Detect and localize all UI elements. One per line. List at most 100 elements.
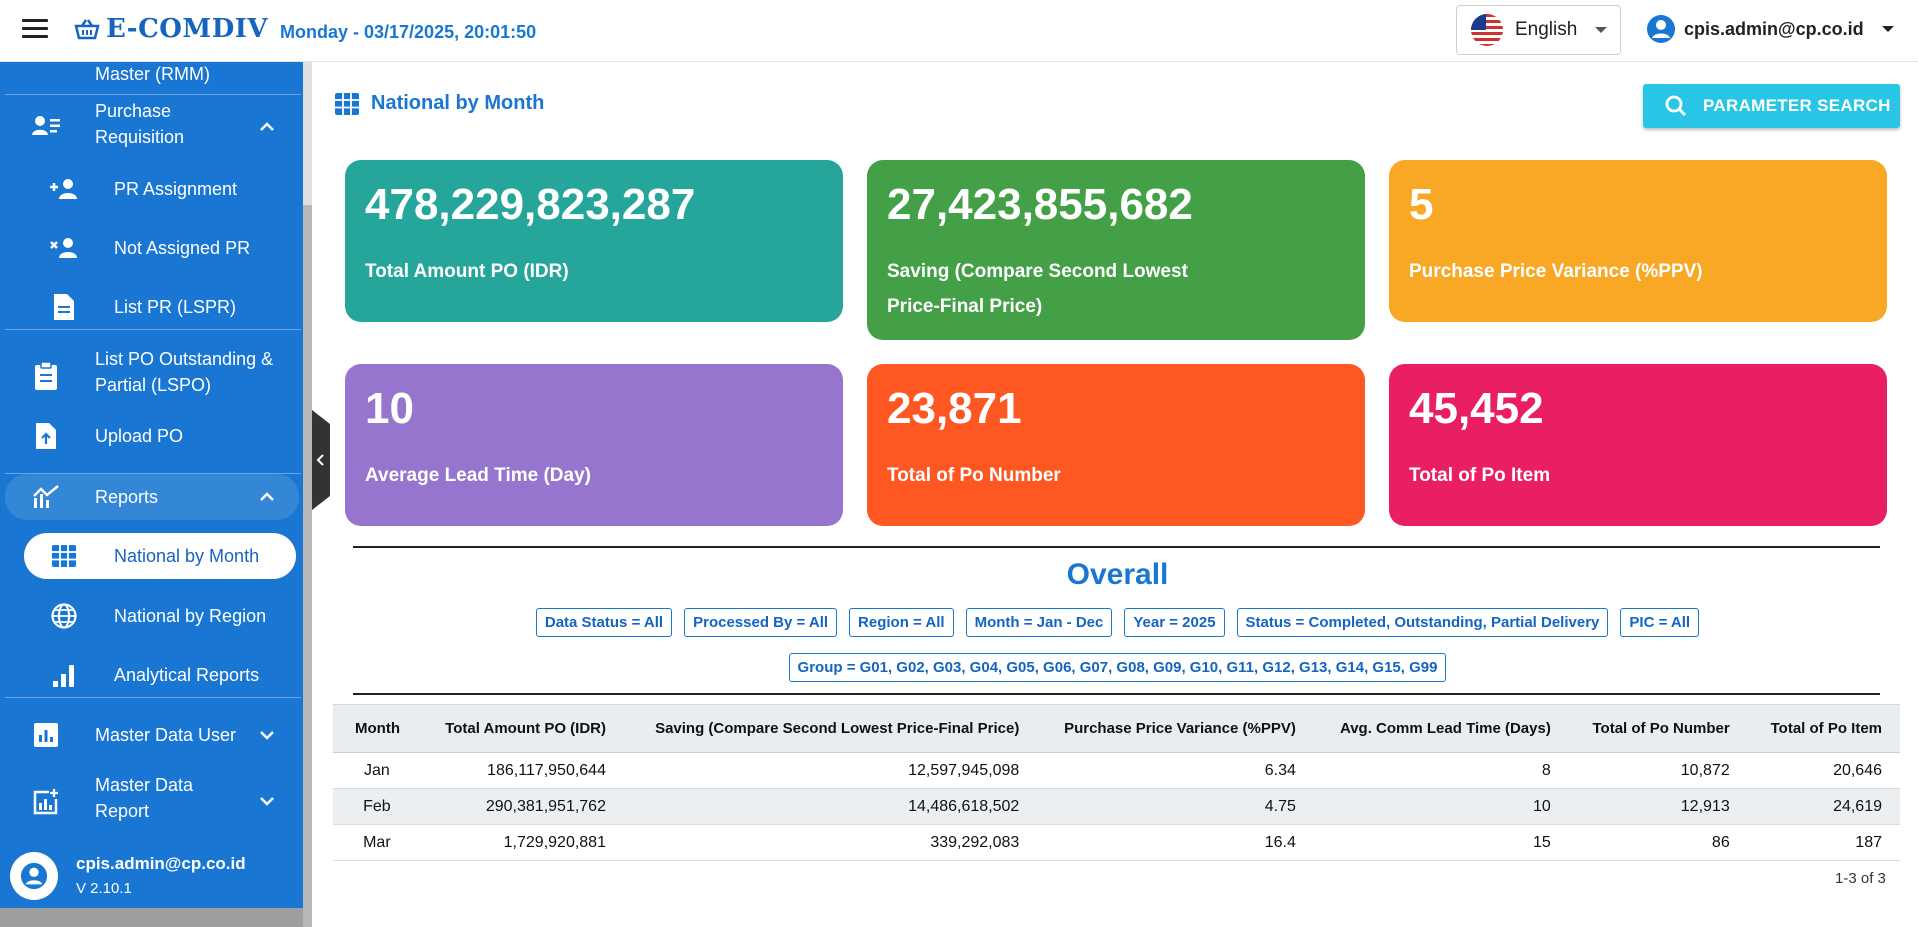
kpi-card-po-item: 45,452 Total of Po Item — [1389, 364, 1887, 526]
kpi-card-lead-time: 10 Average Lead Time (Day) — [345, 364, 843, 526]
column-header-lead-time[interactable]: Avg. Comm Lead Time (Days) — [1313, 704, 1569, 753]
sidebar-divider — [5, 94, 301, 95]
document-icon — [48, 291, 80, 323]
sidebar-user-footer: cpis.admin@cp.co.id V 2.10.1 — [0, 836, 303, 908]
filter-chip-region[interactable]: Region = All — [849, 608, 954, 637]
sidebar-scrollbar-thumb[interactable] — [303, 205, 312, 927]
kpi-caption: Saving (Compare Second Lowest Price-Fina… — [887, 261, 1188, 317]
table-header-row: Month Total Amount PO (IDR) Saving (Comp… — [333, 704, 1900, 753]
file-upload-icon — [30, 420, 62, 452]
chevron-down-icon — [1595, 27, 1608, 33]
filter-chip-month[interactable]: Month = Jan - Dec — [965, 608, 1113, 637]
chevron-down-icon — [260, 731, 274, 740]
table-row[interactable]: Feb 290,381,951,762 14,486,618,502 4.75 … — [333, 788, 1900, 825]
kpi-value: 5 — [1409, 180, 1434, 229]
filter-chip-row: Data Status = All Processed By = All Reg… — [335, 608, 1900, 637]
sidebar-item-analytical-reports[interactable]: Analytical Reports — [0, 652, 303, 698]
hamburger-menu-icon[interactable] — [22, 19, 48, 41]
kpi-card-ppv: 5 Purchase Price Variance (%PPV) — [1389, 160, 1887, 322]
sidebar-item-label: National by Month — [114, 546, 260, 566]
sidebar-item-label: Requisition — [95, 127, 185, 147]
filter-chip-year[interactable]: Year = 2025 — [1124, 608, 1225, 637]
table-cell: Mar — [333, 824, 421, 861]
section-divider — [353, 693, 1880, 695]
sidebar-item-national-by-region[interactable]: National by Region — [0, 593, 303, 639]
sidebar-item-not-assigned-pr[interactable]: Not Assigned PR — [0, 225, 303, 271]
sidebar-item-master-data-report[interactable]: Master Data Report — [0, 772, 303, 828]
parameter-search-button[interactable]: PARAMETER SEARCH — [1643, 84, 1900, 128]
column-header-saving[interactable]: Saving (Compare Second Lowest Price-Fina… — [623, 704, 1038, 753]
kpi-caption: Average Lead Time (Day) — [365, 465, 591, 486]
kpi-value: 27,423,855,682 — [887, 180, 1193, 229]
kpi-card-saving: 27,423,855,682 Saving (Compare Second Lo… — [867, 160, 1365, 340]
table-cell: 12,913 — [1568, 788, 1748, 825]
top-app-bar: E-COMDIV Monday - 03/17/2025, 20:01:50 E… — [0, 0, 1918, 62]
table-cell: 14,486,618,502 — [623, 788, 1038, 825]
current-datetime: Monday - 03/17/2025, 20:01:50 — [280, 22, 537, 42]
table-cell: 20,646 — [1747, 752, 1900, 789]
table-cell: 10,872 — [1568, 752, 1748, 789]
table-grid-icon — [48, 540, 80, 572]
kpi-caption: Total Amount PO (IDR) — [365, 261, 569, 282]
person-list-icon — [30, 110, 62, 142]
filter-chip-group[interactable]: Group = G01, G02, G03, G04, G05, G06, G0… — [788, 653, 1447, 682]
user-email: cpis.admin@cp.co.id — [1684, 18, 1864, 39]
sidebar-item-pr-assignment[interactable]: PR Assignment — [0, 166, 303, 212]
chart-add-icon — [30, 786, 62, 818]
filter-chip-data-status[interactable]: Data Status = All — [535, 608, 673, 637]
search-icon — [1665, 95, 1687, 117]
brand-logo[interactable]: E-COMDIV — [74, 14, 268, 44]
sidebar-divider — [5, 329, 301, 330]
footer-user-email: cpis.admin@cp.co.id — [76, 854, 246, 873]
pagination-info: 1-3 of 3 — [1835, 870, 1886, 887]
chevron-left-icon — [316, 454, 324, 466]
table-cell: 187 — [1747, 824, 1900, 861]
sidebar-item-list-pr[interactable]: List PR (LSPR) — [0, 284, 303, 330]
kpi-value: 23,871 — [887, 384, 1022, 433]
avatar[interactable] — [10, 852, 58, 900]
table-row[interactable]: Jan 186,117,950,644 12,597,945,098 6.34 … — [333, 752, 1900, 789]
chevron-down-icon — [260, 797, 274, 806]
table-cell: 290,381,951,762 — [420, 788, 624, 825]
sidebar-item-label: Not Assigned PR — [114, 238, 251, 258]
table-cell: 16.4 — [1037, 824, 1314, 861]
overall-title: Overall — [1066, 558, 1169, 591]
table-cell: Jan — [333, 752, 421, 789]
user-menu[interactable]: cpis.admin@cp.co.id — [1646, 14, 1894, 44]
sidebar-item-master-data-user[interactable]: Master Data User — [0, 712, 303, 758]
column-header-ppv[interactable]: Purchase Price Variance (%PPV) — [1037, 704, 1314, 753]
sidebar-nav: Master (RMM) Purchase Requisition PR Ass… — [0, 62, 303, 927]
table-grid-icon — [335, 92, 359, 115]
filter-chip-pic[interactable]: PIC = All — [1620, 608, 1700, 637]
sidebar-item-reports[interactable]: Reports — [0, 474, 303, 520]
clipboard-icon — [30, 360, 62, 392]
filter-chip-processed-by[interactable]: Processed By = All — [684, 608, 838, 637]
sidebar-item-master-rmm[interactable]: Master (RMM) — [0, 62, 303, 92]
column-header-po-number[interactable]: Total of Po Number — [1568, 704, 1748, 753]
monthly-report-table: Month Total Amount PO (IDR) Saving (Comp… — [333, 704, 1900, 861]
sidebar-item-label: List PR (LSPR) — [114, 297, 237, 317]
table-cell: 86 — [1568, 824, 1748, 861]
sidebar-item-purchase-requisition[interactable]: Purchase Requisition — [0, 98, 303, 154]
sidebar-item-label: National by Region — [114, 606, 267, 626]
column-header-month[interactable]: Month — [333, 704, 421, 753]
table-row[interactable]: Mar 1,729,920,881 339,292,083 16.4 15 86… — [333, 824, 1900, 861]
sidebar-item-label: Master Data — [95, 775, 194, 795]
sidebar-divider — [5, 697, 301, 698]
column-header-total-amount[interactable]: Total Amount PO (IDR) — [420, 704, 624, 753]
section-divider — [353, 546, 1880, 548]
sidebar-item-national-by-month[interactable]: National by Month — [0, 533, 303, 579]
kpi-card-total-amount: 478,229,823,287 Total Amount PO (IDR) — [345, 160, 843, 322]
table-cell: 339,292,083 — [623, 824, 1038, 861]
sidebar-item-label: Master (RMM) — [95, 64, 210, 84]
column-header-po-item[interactable]: Total of Po Item — [1747, 704, 1900, 753]
table-cell: 6.34 — [1037, 752, 1314, 789]
collapse-sidebar-button[interactable] — [312, 410, 330, 510]
account-circle-icon — [1647, 15, 1675, 43]
sidebar-item-label: Reports — [95, 487, 159, 507]
sidebar-item-list-po-outstanding[interactable]: List PO Outstanding & Partial (LSPO) — [0, 346, 303, 402]
language-select[interactable]: English — [1456, 5, 1621, 55]
sidebar-item-upload-po[interactable]: Upload PO — [0, 413, 303, 459]
sidebar-item-label: Report — [95, 801, 150, 821]
filter-chip-status[interactable]: Status = Completed, Outstanding, Partial… — [1236, 608, 1609, 637]
